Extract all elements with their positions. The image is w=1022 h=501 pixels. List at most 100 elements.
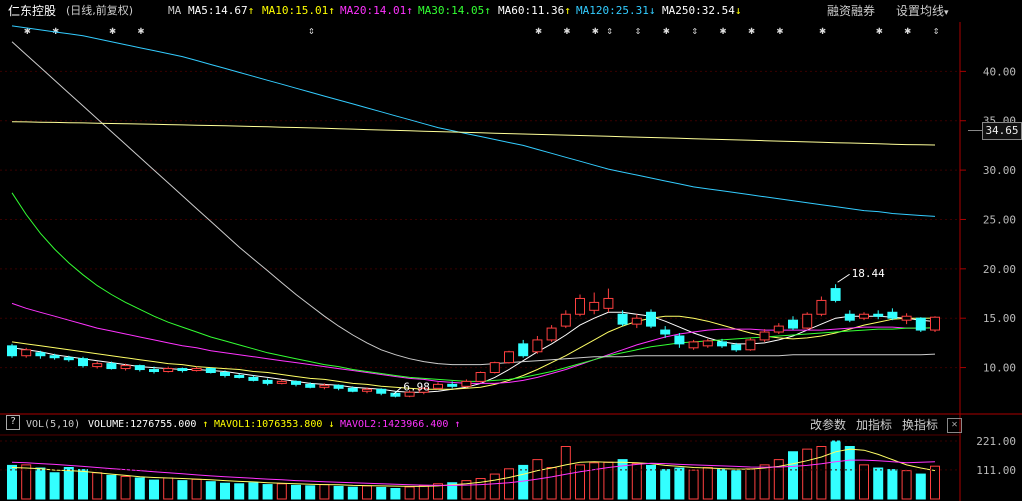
volume-bar-up: [92, 472, 103, 500]
volume-bar-up: [702, 467, 713, 500]
volume-bar-up: [560, 446, 571, 500]
volume-label: VOLUME:1276755.000: [88, 419, 197, 430]
volume-bar-down: [7, 464, 17, 500]
candle-body-up: [901, 315, 912, 321]
candle-body-down: [220, 372, 230, 376]
candle-body-down: [844, 313, 855, 321]
volume-bar-down: [291, 484, 301, 500]
ma250-line: [11, 121, 936, 146]
candle-body-down: [7, 345, 17, 357]
volume-bar-up: [589, 462, 600, 500]
candle-body-down: [177, 368, 188, 372]
candle-body-down: [887, 311, 898, 319]
volume-bar-down: [305, 485, 316, 500]
vol-indicator-label[interactable]: VOL(5,10): [26, 415, 80, 435]
volume-bar-up: [319, 484, 330, 500]
candle-body-up: [461, 380, 472, 387]
volume-bar-down: [887, 469, 898, 500]
candle-body-up: [702, 340, 713, 347]
volume-bar-down: [844, 446, 855, 500]
candle-body-down: [617, 313, 628, 325]
candle-body-up: [589, 301, 600, 311]
candle-body-down: [717, 341, 727, 347]
candle-body-up: [759, 331, 770, 341]
volume-bar-up: [504, 468, 514, 500]
volume-bar-down: [134, 477, 145, 500]
candle-body-down: [305, 383, 316, 388]
candle-body-up: [163, 368, 174, 373]
volume-bar-down: [333, 485, 344, 500]
candle-body-up: [575, 297, 585, 315]
candle-body-down: [149, 369, 159, 373]
volume-arrow: ↑: [202, 419, 209, 430]
price-tick-label: 10.00: [983, 362, 1016, 375]
volume-bar-down: [347, 486, 358, 500]
price-axis-ticks: 40.0035.0030.0025.0020.0015.0010.00: [960, 65, 1016, 375]
volume-bar-down: [205, 481, 216, 500]
candle-body-up: [560, 313, 571, 327]
volume-tick-label: 111.00: [976, 464, 1016, 477]
volume-bar-up: [745, 468, 756, 500]
volume-bars: [7, 440, 940, 500]
candle-body-down: [63, 357, 74, 361]
volume-bar-down: [220, 482, 230, 500]
price-box-connector: [968, 130, 982, 131]
current-price-box: 34.65: [982, 122, 1022, 140]
candle-body-up: [816, 299, 827, 315]
switch-indicator-button[interactable]: 换指标: [902, 415, 938, 435]
help-glyph: ?: [6, 415, 20, 430]
candle-body-down: [674, 335, 685, 345]
candle-body-up: [319, 384, 330, 388]
volume-bar-down: [717, 469, 727, 500]
volume-bar-up: [276, 483, 287, 500]
candle-body-down: [390, 392, 401, 397]
mavol1-arrow: ↓: [328, 419, 335, 430]
volume-header: ? VOL(5,10) VOLUME:1276755.000 ↑ MAVOL1:…: [0, 415, 1022, 435]
volume-bar-up: [404, 486, 415, 500]
volume-bar-down: [149, 479, 159, 500]
moving-average-lines: [11, 25, 936, 393]
mavol2-value: MAVOL2:1423966.400 ↑: [340, 415, 460, 435]
volume-bar-down: [915, 473, 926, 500]
volume-bar-down: [248, 482, 259, 500]
volume-bar-up: [631, 463, 642, 500]
mavol1-label: MAVOL1:1076353.800: [214, 419, 323, 430]
candle-body-down: [376, 388, 387, 394]
candlesticks: [7, 284, 940, 398]
candle-body-up: [859, 313, 869, 319]
candle-body-up: [603, 297, 614, 309]
volume-bar-up: [802, 448, 813, 500]
price-tick-label: 40.00: [983, 65, 1016, 78]
candle-body-down: [788, 319, 798, 329]
candle-body-up: [191, 368, 202, 372]
modify-params-button[interactable]: 改参数: [810, 415, 846, 435]
close-icon: ✕: [951, 419, 958, 430]
candle-body-up: [276, 380, 287, 384]
volume-tick-label: 221.00: [976, 435, 1016, 448]
candle-body-down: [262, 379, 273, 384]
price-tick-label: 15.00: [983, 312, 1016, 325]
candle-body-up: [92, 363, 103, 368]
volume-bar-up: [901, 470, 912, 500]
volume-bar-up: [163, 477, 174, 500]
price-tick-label: 30.00: [983, 164, 1016, 177]
price-tick-label: 20.00: [983, 263, 1016, 276]
candle-body-down: [873, 313, 884, 317]
volume-bar-up: [816, 446, 827, 500]
candle-body-down: [646, 311, 656, 327]
candle-body-down: [915, 317, 926, 331]
volume-bar-down: [788, 451, 798, 500]
candle-body-up: [631, 317, 642, 325]
price-annotations: 18.44 6.98: [393, 267, 885, 395]
close-panel-button[interactable]: ✕: [947, 418, 962, 433]
add-indicator-button[interactable]: 加指标: [856, 415, 892, 435]
mavol2-label: MAVOL2:1423966.400: [340, 419, 449, 430]
stock-kline-window: 仁东控股 (日线,前复权) MA MA5:14.67↑ MA10:15.01↑ …: [0, 0, 1022, 501]
candle-body-down: [106, 363, 117, 370]
high-pointer: [837, 273, 850, 283]
candle-body-down: [78, 358, 88, 367]
mavol1-value: MAVOL1:1076353.800 ↓: [214, 415, 334, 435]
volume-bar-up: [191, 478, 202, 500]
volume-bar-up: [418, 485, 429, 500]
volume-bar-down: [106, 474, 117, 500]
